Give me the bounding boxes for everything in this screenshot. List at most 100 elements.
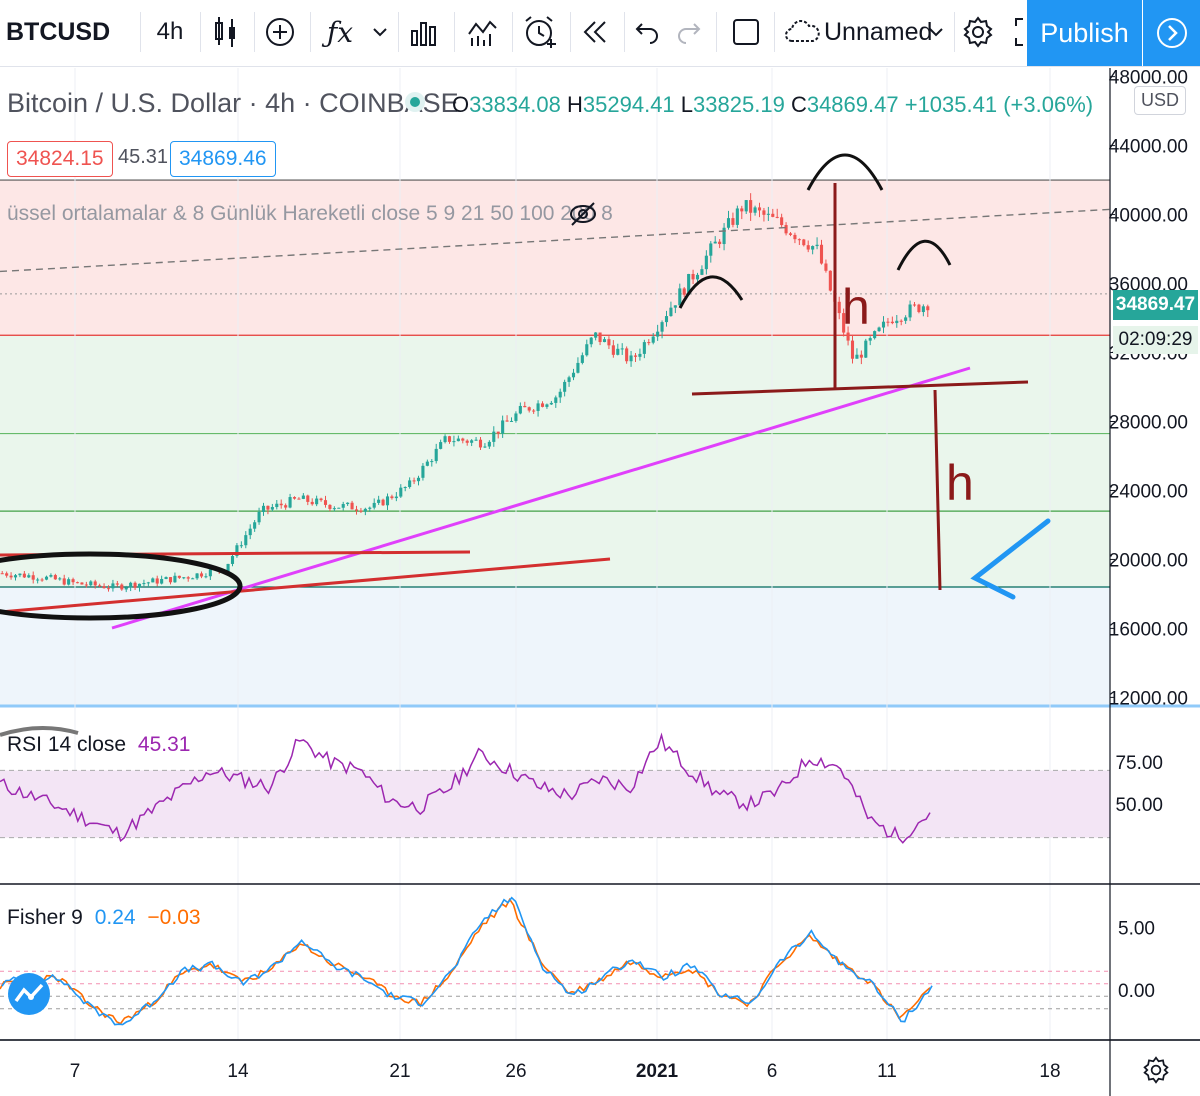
toolbar-separator [570, 12, 571, 52]
candle-body [580, 355, 584, 363]
candle-body [40, 579, 44, 581]
candle-body [275, 503, 279, 508]
layout-name[interactable]: Unnamed [824, 10, 932, 54]
zone-lower [0, 587, 1110, 706]
candle-body [501, 420, 505, 434]
candle-body [412, 480, 416, 482]
candle-body [377, 499, 381, 503]
candle-body [611, 345, 615, 355]
candle-body [385, 496, 390, 506]
interval-button[interactable]: 4h [150, 10, 190, 54]
candle-body [199, 573, 204, 577]
candle-body [421, 465, 425, 478]
indicator-templates-icon[interactable] [462, 10, 502, 54]
zone-support [0, 335, 1110, 588]
fullscreen-square-icon[interactable] [726, 10, 766, 54]
candle-body [443, 436, 447, 443]
currency-button[interactable]: USD [1134, 86, 1187, 115]
toolbar-separator [954, 12, 955, 52]
candle-body [416, 477, 421, 482]
bid-price-box[interactable]: 34824.15 [7, 141, 113, 177]
candle-body [895, 320, 899, 324]
candle-body [704, 255, 708, 270]
candle-body [585, 344, 589, 356]
ask-price-box[interactable]: 34869.46 [170, 141, 276, 177]
candle-body [718, 241, 722, 245]
fullscreen-corner-icon[interactable] [1012, 10, 1026, 54]
candle-body [664, 316, 669, 323]
candle-body [177, 575, 181, 578]
candle-body [430, 461, 434, 463]
candle-body [27, 575, 31, 578]
bar-replay-icon[interactable] [576, 10, 616, 54]
candle-body [89, 581, 93, 586]
indicators-fx-icon[interactable]: ƒx [320, 10, 360, 54]
compare-add-icon[interactable] [260, 10, 300, 54]
candle-body [5, 573, 9, 576]
chevron-down-icon[interactable] [368, 10, 392, 54]
candle-body [306, 495, 310, 502]
candle-body [75, 582, 80, 584]
candle-body [49, 575, 53, 577]
toolbar-separator [624, 12, 625, 52]
candle-body [691, 273, 695, 280]
cloud-icon[interactable] [782, 10, 822, 54]
chart-title: Bitcoin / U.S. Dollar · 4h · COINBASE [7, 88, 459, 118]
redo-icon[interactable] [672, 10, 706, 54]
undo-icon[interactable] [630, 10, 664, 54]
play-circle-icon[interactable] [1143, 0, 1200, 66]
candle-body [890, 321, 894, 324]
candle-body [456, 438, 460, 442]
candle-body [80, 582, 84, 585]
candle-body [868, 338, 872, 341]
candle-body [709, 243, 713, 256]
financials-icon[interactable] [404, 10, 444, 54]
candle-body [669, 307, 673, 317]
candle-body [244, 535, 248, 546]
tradingview-logo-icon[interactable] [7, 972, 51, 1023]
toolbar-separator [398, 12, 399, 52]
candle-body [341, 504, 345, 508]
candle-body [753, 207, 757, 213]
symbol-search[interactable]: BTCUSD [6, 10, 110, 54]
candle-body [518, 405, 522, 414]
candle-body [540, 403, 545, 407]
candle-body [532, 410, 536, 412]
candle-body [67, 579, 71, 585]
candle-body [279, 503, 283, 506]
candles-icon[interactable] [206, 10, 246, 54]
candle-body [908, 304, 912, 318]
candle-body [651, 336, 655, 343]
candle-body [656, 331, 660, 337]
candle-body [470, 440, 474, 443]
candle-body [359, 510, 363, 512]
price-tick-label: 16000.00 [1109, 619, 1188, 640]
candle-body [425, 461, 429, 466]
candle-body [682, 288, 686, 295]
candle-body [84, 584, 88, 586]
chevron-down-icon[interactable] [924, 10, 948, 54]
candle-body [784, 225, 788, 234]
gear-icon[interactable] [958, 10, 998, 54]
alert-clock-icon[interactable] [520, 10, 560, 54]
publish-button[interactable]: Publish [1027, 0, 1142, 66]
candle-body [394, 496, 398, 499]
candle-body [0, 573, 4, 575]
candle-body [811, 246, 815, 250]
candle-body [545, 404, 549, 407]
fisher-value-2: −0.03 [147, 906, 201, 929]
candle-body [71, 579, 75, 583]
toolbar-separator [774, 12, 775, 52]
candle-body [633, 355, 638, 357]
candle-body [399, 487, 403, 497]
candle-body [926, 306, 930, 311]
eye-hidden-icon[interactable] [568, 200, 598, 235]
ohlc-change: +1035.41 (+3.06%) [904, 92, 1094, 117]
candle-body [253, 522, 257, 529]
candle-body [607, 339, 611, 346]
gear-icon[interactable] [1142, 1056, 1170, 1091]
candle-body [270, 507, 274, 510]
candle-body [160, 579, 164, 584]
ohlc-close: 34869.47 [806, 92, 899, 117]
ohlc-open: 33834.08 [469, 92, 561, 117]
